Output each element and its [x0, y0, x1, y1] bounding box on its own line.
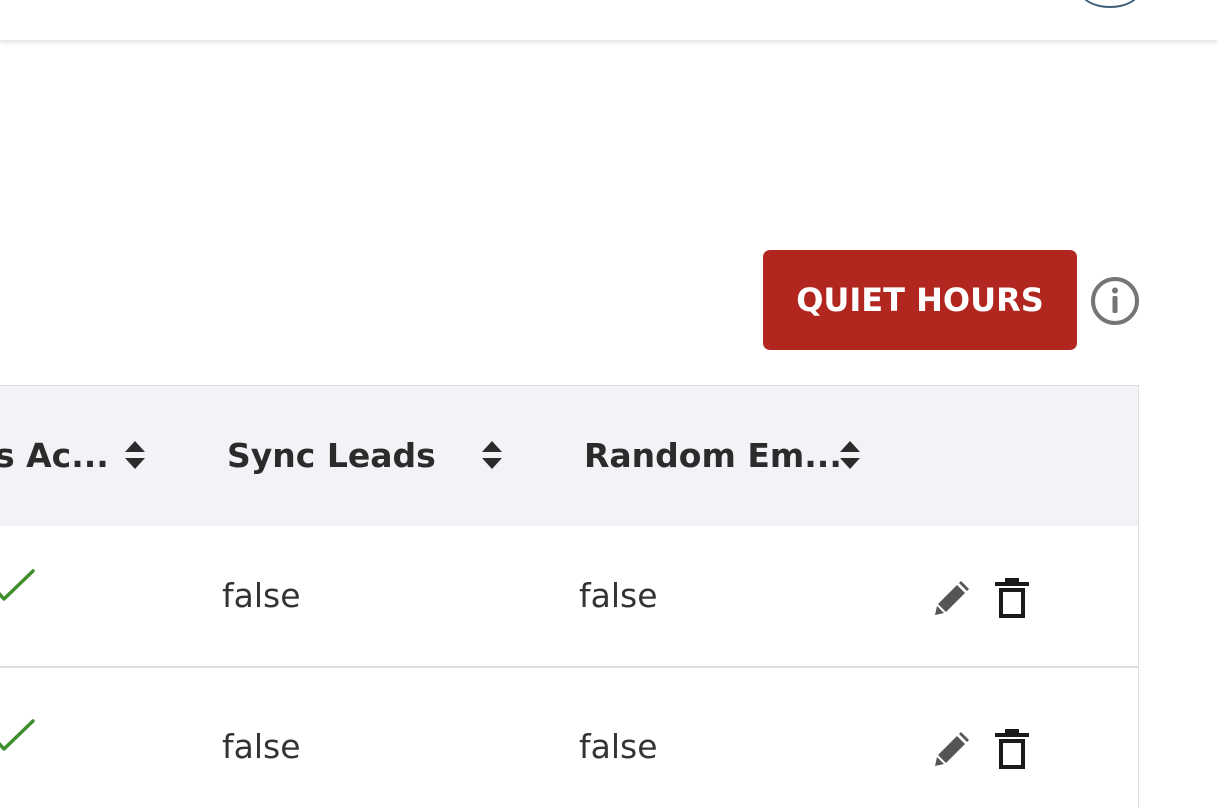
sort-icon[interactable]: [124, 439, 146, 471]
info-circle-icon[interactable]: [1090, 276, 1140, 326]
check-icon: [0, 569, 35, 601]
sort-icon[interactable]: [839, 439, 861, 471]
table-header: s Ac... Sync Leads Random Em...: [0, 386, 1138, 526]
column-header-random-email[interactable]: Random Em...: [584, 436, 842, 475]
random-email-value: false: [579, 727, 658, 766]
check-icon: [0, 719, 35, 751]
sort-icon[interactable]: [481, 439, 503, 471]
table-row: false false: [0, 668, 1138, 808]
user-avatar-icon[interactable]: [1080, 0, 1140, 8]
edit-icon[interactable]: [934, 729, 972, 767]
trash-icon[interactable]: [994, 727, 1030, 771]
table-row: false false: [0, 526, 1138, 666]
random-email-value: false: [579, 576, 658, 615]
sync-leads-value: false: [222, 576, 301, 615]
column-header-sync-leads[interactable]: Sync Leads: [227, 436, 436, 475]
quiet-hours-button[interactable]: QUIET HOURS: [763, 250, 1077, 350]
edit-icon[interactable]: [934, 578, 972, 616]
trash-icon[interactable]: [994, 576, 1030, 620]
top-bar: [0, 0, 1217, 41]
data-table: s Ac... Sync Leads Random Em... false fa…: [0, 385, 1139, 808]
column-header-active[interactable]: s Ac...: [0, 436, 109, 475]
sync-leads-value: false: [222, 727, 301, 766]
